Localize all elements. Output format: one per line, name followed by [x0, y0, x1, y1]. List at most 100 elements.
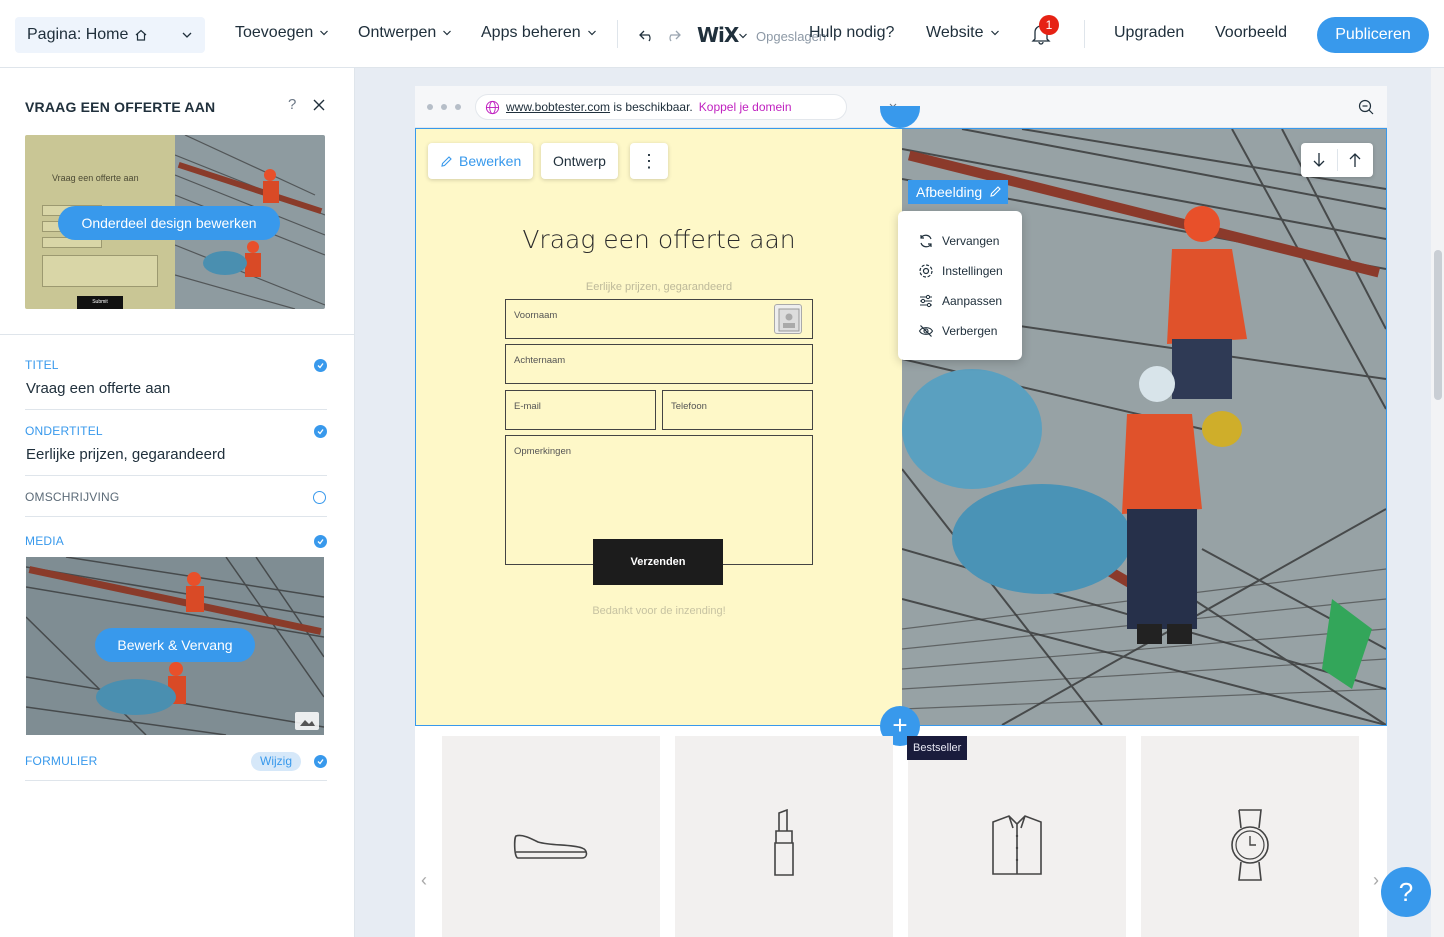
menu-item-replace[interactable]: Vervangen: [918, 233, 999, 249]
menu-item-adjust-label: Aanpassen: [942, 294, 1003, 308]
checkmark-icon: [314, 359, 327, 372]
connect-domain-link[interactable]: Koppel je domein: [699, 100, 792, 114]
phone-field[interactable]: Telefoon: [662, 390, 813, 430]
preview-title: Vraag een offerte aan: [52, 173, 139, 183]
divider: [1337, 149, 1338, 171]
chevron-down-icon: [587, 30, 596, 36]
menu-item-hide[interactable]: Verbergen: [918, 323, 997, 339]
menu-item-settings-label: Instellingen: [942, 264, 1003, 278]
chevron-down-icon: [443, 30, 452, 36]
home-icon: [135, 29, 147, 41]
canvas-scrollbar[interactable]: [1431, 68, 1444, 937]
subtitle-section-label[interactable]: ONDERTITEL: [25, 424, 103, 438]
upgrade-link[interactable]: Upgraden: [1114, 24, 1184, 42]
form-subtitle[interactable]: Eerlijke prijzen, gegarandeerd: [416, 281, 902, 293]
shirt-icon: [992, 815, 1042, 875]
pencil-icon: [990, 186, 1001, 197]
scrollbar-thumb[interactable]: [1434, 250, 1442, 400]
watch-icon: [1231, 809, 1269, 881]
redo-icon[interactable]: [664, 27, 682, 43]
product-card[interactable]: [908, 736, 1126, 937]
description-section-label[interactable]: OMSCHRIJVING: [25, 490, 119, 504]
zoom-out-icon[interactable]: [1358, 99, 1374, 115]
help-link[interactable]: Hulp nodig?: [809, 24, 894, 42]
edit-replace-media-button[interactable]: Bewerk & Vervang: [95, 628, 255, 662]
divider: [1084, 20, 1085, 48]
product-card[interactable]: [675, 736, 893, 937]
page-selector-label: Pagina: Home: [27, 26, 129, 43]
email-field[interactable]: E-mail: [505, 390, 656, 430]
media-section-label[interactable]: MEDIA: [25, 534, 64, 548]
submit-button[interactable]: Verzenden: [593, 539, 723, 585]
form-section-label[interactable]: FORMULIER: [25, 754, 97, 768]
product-card[interactable]: [1141, 736, 1359, 937]
product-card[interactable]: [442, 736, 660, 937]
pencil-icon: [441, 155, 452, 167]
section-settings-panel: VRAAG EEN OFFERTE AAN ? Vraag een offert…: [0, 68, 355, 937]
editor-topbar: Pagina: Home Toevoegen Ontwerpen Apps be…: [0, 0, 1444, 68]
arrow-up-icon[interactable]: [1348, 152, 1362, 168]
edit-section-design-button[interactable]: Onderdeel design bewerken: [58, 206, 280, 240]
lipstick-icon: [774, 809, 794, 876]
carousel-next-arrow[interactable]: ›: [1373, 870, 1379, 891]
divider: [25, 516, 327, 517]
divider: [25, 475, 327, 476]
form-title[interactable]: Vraag een offerte aan: [416, 225, 902, 254]
shoe-icon: [513, 834, 588, 859]
image-context-menu: Vervangen Instellingen Aanpassen Verberg…: [898, 211, 1022, 360]
menu-apps[interactable]: Apps beheren: [481, 24, 597, 42]
divider: [0, 334, 355, 335]
edit-section-label: Bewerken: [459, 153, 522, 169]
image-tag-label: Afbeelding: [916, 184, 983, 200]
image-tag[interactable]: Afbeelding: [908, 180, 1009, 204]
menu-website[interactable]: Website: [926, 24, 1000, 42]
phone-placeholder: Telefoon: [671, 401, 707, 412]
gear-icon: [919, 264, 933, 278]
undo-icon[interactable]: [638, 27, 656, 43]
page-selector[interactable]: Pagina: Home: [15, 17, 205, 53]
help-button[interactable]: ?: [1381, 867, 1431, 917]
last-name-placeholder: Achternaam: [514, 355, 566, 366]
preview-link[interactable]: Voorbeeld: [1215, 24, 1287, 42]
checkmark-icon: [314, 535, 327, 548]
menu-add[interactable]: Toevoegen: [235, 24, 329, 42]
last-name-field[interactable]: Achternaam: [505, 344, 813, 384]
chevron-down-icon[interactable]: [738, 31, 748, 41]
quote-form-area: Vraag een offerte aan Eerlijke prijzen, …: [416, 129, 902, 725]
more-options-button[interactable]: ⋮: [630, 143, 668, 179]
window-dot: [441, 104, 447, 110]
checkmark-icon: [314, 755, 327, 768]
arrow-down-icon[interactable]: [1312, 152, 1326, 168]
empty-circle-icon[interactable]: [313, 491, 326, 504]
chevron-down-icon: [182, 32, 192, 38]
menu-design-label: Ontwerpen: [358, 24, 437, 41]
image-icon: [295, 712, 319, 730]
menu-item-adjust[interactable]: Aanpassen: [918, 293, 1002, 309]
edit-section-button[interactable]: Bewerken: [428, 143, 534, 179]
title-section-label[interactable]: TITEL: [25, 358, 59, 372]
design-section-button[interactable]: Ontwerp: [541, 143, 618, 179]
menu-website-label: Website: [926, 24, 984, 41]
move-section-controls: [1301, 143, 1373, 177]
subtitle-value[interactable]: Eerlijke prijzen, gegarandeerd: [26, 446, 225, 463]
preview-field: [42, 255, 158, 287]
preview-submit: Submit: [77, 296, 123, 309]
title-value[interactable]: Vraag een offerte aan: [26, 380, 170, 397]
help-icon[interactable]: ?: [288, 96, 296, 113]
globe-icon: [485, 100, 500, 115]
wix-logo[interactable]: WiX: [697, 23, 739, 47]
thanks-message: Bedankt voor de inzending!: [592, 605, 726, 617]
bestseller-badge: Bestseller: [907, 736, 968, 760]
menu-item-settings[interactable]: Instellingen: [918, 263, 1003, 279]
contact-card-icon: [774, 304, 802, 334]
carousel-prev-arrow[interactable]: ‹: [421, 870, 427, 891]
first-name-placeholder: Voornaam: [514, 310, 558, 321]
menu-item-hide-label: Verbergen: [942, 324, 998, 338]
site-url[interactable]: www.bobtester.com: [506, 100, 610, 114]
publish-button[interactable]: Publiceren: [1317, 17, 1429, 53]
edit-form-button[interactable]: Wijzig: [251, 752, 301, 771]
close-icon[interactable]: [312, 98, 326, 112]
menu-add-label: Toevoegen: [235, 24, 314, 41]
menu-design[interactable]: Ontwerpen: [358, 24, 452, 42]
first-name-field[interactable]: Voornaam: [505, 299, 813, 339]
